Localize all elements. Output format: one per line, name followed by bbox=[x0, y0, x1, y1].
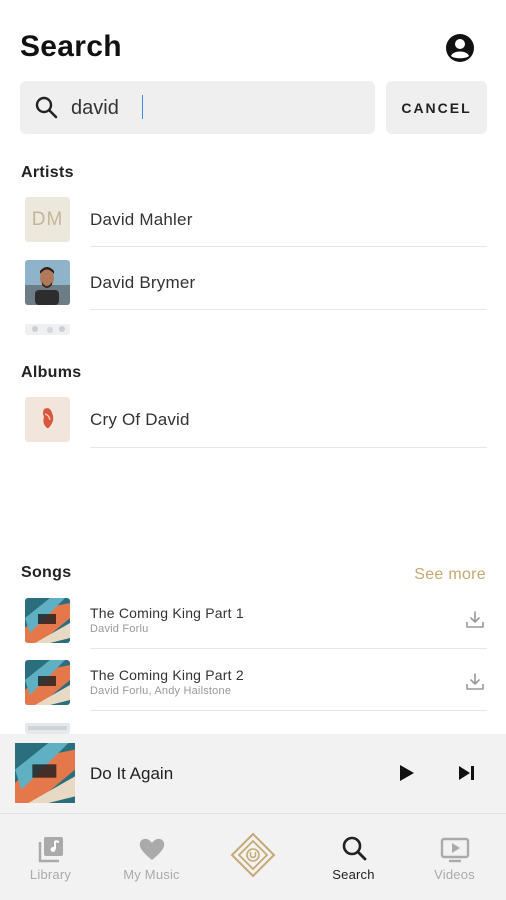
artist-photo bbox=[25, 260, 70, 305]
tab-library[interactable]: Library bbox=[0, 814, 101, 900]
artist-name: David Mahler bbox=[90, 210, 193, 229]
search-input[interactable] bbox=[71, 91, 361, 125]
divider bbox=[90, 648, 487, 649]
album-name: Cry Of David bbox=[90, 410, 190, 429]
see-more-link[interactable]: See more bbox=[414, 566, 486, 584]
artist-row[interactable]: DM David Mahler bbox=[0, 197, 506, 247]
song-art bbox=[25, 598, 70, 643]
song-artist: David Forlu, Andy Hailstone bbox=[90, 685, 232, 697]
tab-label: Videos bbox=[434, 867, 475, 882]
now-playing-art bbox=[15, 743, 75, 803]
album-row[interactable]: Cry Of David bbox=[0, 397, 506, 448]
divider bbox=[90, 309, 487, 310]
heart-icon bbox=[139, 838, 165, 860]
song-art bbox=[25, 722, 70, 734]
tab-label: Library bbox=[29, 867, 72, 882]
album-art bbox=[25, 397, 70, 442]
tab-my-music[interactable]: My Music bbox=[101, 814, 202, 900]
brand-logo-icon bbox=[230, 832, 276, 878]
song-artist: David Forlu bbox=[90, 623, 149, 635]
download-icon[interactable] bbox=[465, 610, 485, 630]
cancel-button[interactable]: CANCEL bbox=[386, 81, 487, 134]
artist-initials-avatar: DM bbox=[25, 197, 70, 242]
tab-label: Search bbox=[332, 867, 375, 882]
artists-section-title: Artists bbox=[21, 164, 74, 181]
divider bbox=[90, 447, 487, 448]
account-circle-icon[interactable] bbox=[445, 33, 475, 63]
library-icon bbox=[38, 837, 63, 863]
songs-section-title: Songs bbox=[21, 564, 72, 581]
tab-search[interactable]: Search bbox=[303, 814, 404, 900]
text-caret bbox=[142, 95, 143, 119]
video-icon bbox=[440, 837, 470, 863]
song-title: The Coming King Part 2 bbox=[90, 667, 244, 683]
tab-bar: Library My Music Search Videos bbox=[0, 814, 506, 900]
skip-next-icon[interactable] bbox=[455, 762, 477, 784]
download-icon[interactable] bbox=[465, 672, 485, 692]
song-art bbox=[25, 660, 70, 705]
now-playing-bar[interactable]: Do It Again bbox=[0, 734, 506, 814]
song-title: The Coming King Part 1 bbox=[90, 605, 244, 621]
search-icon bbox=[35, 96, 58, 119]
header: Search bbox=[0, 0, 506, 80]
artist-row[interactable]: David Brymer bbox=[0, 260, 506, 310]
now-playing-title: Do It Again bbox=[90, 764, 174, 783]
tab-home[interactable] bbox=[202, 814, 303, 900]
search-icon bbox=[342, 836, 367, 861]
song-row-partial[interactable] bbox=[0, 722, 506, 734]
song-row[interactable]: The Coming King Part 1 David Forlu bbox=[0, 598, 506, 649]
tab-label: My Music bbox=[123, 867, 180, 882]
page-title: Search bbox=[20, 30, 122, 63]
albums-section-title: Albums bbox=[21, 364, 82, 381]
artist-photo bbox=[25, 323, 70, 335]
search-bar[interactable] bbox=[20, 81, 375, 134]
tab-videos[interactable]: Videos bbox=[404, 814, 505, 900]
divider bbox=[90, 246, 487, 247]
artist-name: David Brymer bbox=[90, 273, 196, 292]
play-icon[interactable] bbox=[395, 762, 417, 784]
divider bbox=[90, 710, 487, 711]
song-row[interactable]: The Coming King Part 2 David Forlu, Andy… bbox=[0, 660, 506, 711]
artist-row-partial[interactable] bbox=[0, 323, 506, 335]
